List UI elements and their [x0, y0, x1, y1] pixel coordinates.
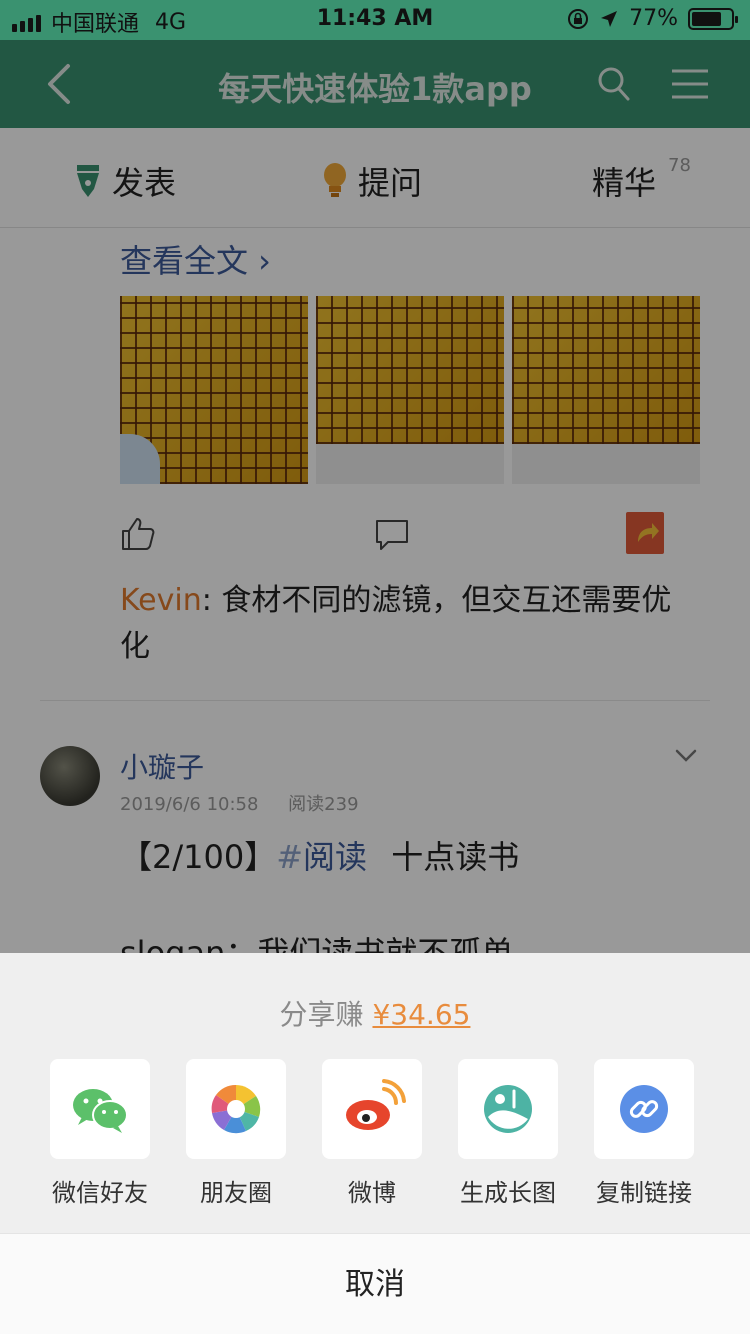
link-icon: [620, 1085, 668, 1133]
share-label: 微博: [348, 1179, 396, 1207]
share-tile[interactable]: [50, 1059, 150, 1159]
share-option-long-image[interactable]: 生成长图: [458, 1059, 558, 1208]
share-earn-label: 分享赚: [279, 998, 364, 1031]
share-tile[interactable]: [594, 1059, 694, 1159]
share-tile[interactable]: [322, 1059, 422, 1159]
share-earn-header: 分享赚 ¥34.65: [0, 993, 750, 1033]
moments-icon: [211, 1084, 261, 1134]
share-label: 朋友圈: [200, 1179, 272, 1207]
weibo-icon: [346, 1079, 406, 1130]
battery-percent: 77%: [629, 6, 678, 31]
share-earn-amount[interactable]: ¥34.65: [372, 998, 470, 1031]
status-right: 77%: [567, 6, 738, 31]
wechat-icon: [73, 1089, 128, 1133]
share-label: 微信好友: [52, 1179, 148, 1207]
share-label: 复制链接: [596, 1179, 692, 1207]
battery-icon: [688, 7, 738, 30]
long-image-icon: [484, 1085, 532, 1133]
cancel-button[interactable]: 取消: [0, 1233, 750, 1334]
share-label: 生成长图: [460, 1179, 556, 1207]
status-bar: 中国联通 4G 11:43 AM 77%: [0, 0, 750, 40]
share-tile[interactable]: [186, 1059, 286, 1159]
share-option-weibo[interactable]: 微博: [322, 1059, 422, 1208]
share-option-copy-link[interactable]: 复制链接: [594, 1059, 694, 1208]
location-icon: [601, 10, 618, 27]
rotation-lock-icon: [568, 8, 589, 29]
share-option-wechat[interactable]: 微信好友: [50, 1059, 150, 1208]
share-option-moments[interactable]: 朋友圈: [186, 1059, 286, 1208]
share-tile[interactable]: [458, 1059, 558, 1159]
battery-level: [692, 11, 722, 26]
